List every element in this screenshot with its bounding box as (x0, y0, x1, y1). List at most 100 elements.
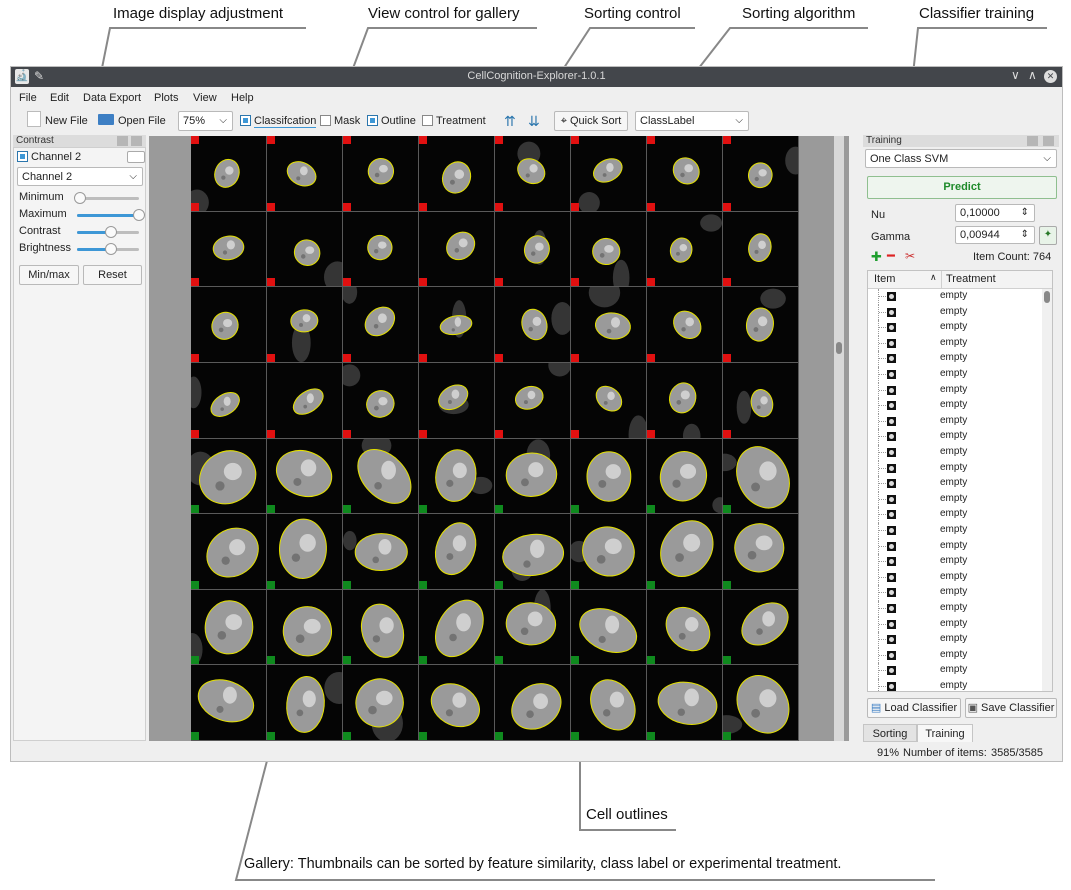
gallery-thumbnail[interactable] (647, 136, 723, 212)
gallery-thumbnail[interactable] (343, 362, 419, 439)
channel-checkbox[interactable] (17, 151, 28, 162)
gallery-thumbnail[interactable] (191, 287, 267, 363)
classifier-select[interactable]: One Class SVM ⌵ (865, 149, 1057, 168)
gallery-thumbnail[interactable] (647, 665, 723, 741)
gallery-thumbnail[interactable] (571, 136, 647, 212)
maximize-icon[interactable]: ∧ (1028, 68, 1037, 82)
quick-sort-button[interactable]: ⌖ Quick Sort (554, 111, 628, 131)
gallery-thumbnail[interactable] (419, 438, 495, 515)
mask-checkbox[interactable] (320, 115, 331, 126)
classification-checkbox[interactable] (240, 115, 251, 126)
gallery-thumbnail[interactable] (647, 438, 723, 515)
menu-edit[interactable]: Edit (50, 92, 69, 104)
gallery-thumbnail[interactable] (419, 362, 495, 439)
list-item[interactable]: empty (868, 445, 1040, 461)
list-item[interactable]: empty (868, 289, 1040, 305)
load-classifier-button[interactable]: ▤ Load Classifier (867, 698, 961, 718)
gallery-thumbnail[interactable] (495, 287, 571, 363)
sort-descending-icon[interactable]: ⇊ (528, 111, 540, 131)
gallery-thumbnail[interactable] (267, 211, 343, 288)
treatment-toggle[interactable]: Treatment (422, 111, 486, 131)
gallery-thumbnail[interactable] (647, 514, 723, 590)
tree-scroll-thumb[interactable] (1044, 291, 1050, 303)
auto-tune-icon[interactable]: ✦ (1039, 226, 1057, 245)
spin-arrows-icon[interactable]: ⇕ (1021, 205, 1029, 221)
gallery-thumbnail[interactable] (191, 589, 267, 666)
channel-select[interactable]: Channel 2 ⌵ (17, 167, 143, 186)
treatment-checkbox[interactable] (422, 115, 433, 126)
list-item[interactable]: empty (868, 663, 1040, 679)
add-icon[interactable]: ✚ (871, 249, 882, 265)
slider-handle[interactable] (105, 226, 118, 238)
panel-float-icon[interactable] (1027, 136, 1038, 146)
gallery-thumbnail[interactable] (191, 665, 267, 741)
spin-arrows-icon[interactable]: ⇕ (1021, 227, 1029, 243)
gallery-thumbnail[interactable] (723, 136, 799, 212)
list-item[interactable]: empty (868, 554, 1040, 570)
gallery-thumbnail[interactable] (495, 665, 571, 741)
menu-view[interactable]: View (193, 92, 217, 104)
gallery-thumbnail[interactable] (191, 362, 267, 439)
training-items-tree[interactable]: Item ∧ Treatment empty empty empty empty emp… (867, 270, 1053, 692)
slider-handle[interactable] (105, 243, 118, 255)
gallery-thumbnail[interactable] (495, 438, 571, 515)
gallery-thumbnail[interactable] (723, 514, 799, 590)
open-file-button[interactable]: Open File (98, 111, 166, 131)
gallery-thumbnail[interactable] (343, 514, 419, 590)
gallery-thumbnail[interactable] (267, 589, 343, 666)
slider-brightness[interactable] (77, 243, 139, 255)
gallery-thumbnail[interactable] (571, 211, 647, 288)
gallery-thumbnail[interactable] (343, 211, 419, 288)
list-item[interactable]: empty (868, 429, 1040, 445)
list-item[interactable]: empty (868, 616, 1040, 633)
gallery-thumbnail[interactable] (343, 287, 419, 363)
gallery-thumbnail[interactable] (191, 211, 267, 288)
gallery-thumbnail[interactable] (571, 514, 647, 590)
outline-toggle[interactable]: Outline (367, 111, 416, 131)
list-item[interactable]: empty (868, 538, 1040, 555)
gallery-thumbnail[interactable] (419, 665, 495, 741)
gallery-thumbnail[interactable] (267, 287, 343, 363)
menu-plots[interactable]: Plots (154, 92, 178, 104)
panel-float-icon[interactable] (117, 136, 128, 146)
gallery-thumbnail[interactable] (267, 136, 343, 212)
list-item[interactable]: empty (868, 647, 1040, 664)
gallery-thumbnail[interactable] (191, 514, 267, 590)
list-item[interactable]: empty (868, 398, 1040, 414)
list-item[interactable]: empty (868, 460, 1040, 477)
slider-minimum[interactable] (74, 192, 139, 204)
gallery-thumbnail[interactable] (267, 514, 343, 590)
gallery-thumbnail[interactable] (419, 514, 495, 590)
menu-help[interactable]: Help (231, 92, 254, 104)
gallery-thumbnail[interactable] (571, 665, 647, 741)
predict-button[interactable]: Predict (867, 176, 1057, 199)
menu-file[interactable]: File (19, 92, 37, 104)
gallery-thumbnail[interactable] (267, 362, 343, 439)
slider-handle[interactable] (133, 209, 145, 221)
thumbnail-gallery[interactable] (191, 136, 799, 741)
reset-button[interactable]: Reset (83, 265, 142, 285)
slider-contrast[interactable] (77, 226, 139, 238)
gallery-thumbnail[interactable] (419, 211, 495, 288)
tab-sorting[interactable]: Sorting (863, 724, 917, 742)
slider-maximum[interactable] (77, 209, 145, 221)
gallery-thumbnail[interactable] (647, 589, 723, 666)
sort-algorithm-select[interactable]: ClassLabel ⌵ (635, 111, 749, 131)
sort-ascending-icon[interactable]: ⇈ (504, 111, 516, 131)
gallery-thumbnail[interactable] (647, 287, 723, 363)
classification-toggle[interactable]: Classifcation (240, 111, 317, 131)
tab-training[interactable]: Training (917, 724, 973, 742)
gallery-thumbnail[interactable] (495, 589, 571, 666)
gallery-thumbnail[interactable] (191, 438, 267, 515)
list-item[interactable]: empty (868, 632, 1040, 648)
gallery-thumbnail[interactable] (723, 665, 799, 741)
list-item[interactable]: empty (868, 679, 1040, 691)
gallery-scrollbar[interactable] (834, 136, 844, 741)
remove-icon[interactable]: ━ (887, 248, 895, 264)
gallery-thumbnail[interactable] (571, 362, 647, 439)
list-item[interactable]: empty (868, 382, 1040, 399)
clear-icon[interactable]: ✂ (905, 249, 915, 263)
list-item[interactable]: empty (868, 507, 1040, 523)
list-item[interactable]: empty (868, 304, 1040, 321)
gallery-thumbnail[interactable] (723, 211, 799, 288)
